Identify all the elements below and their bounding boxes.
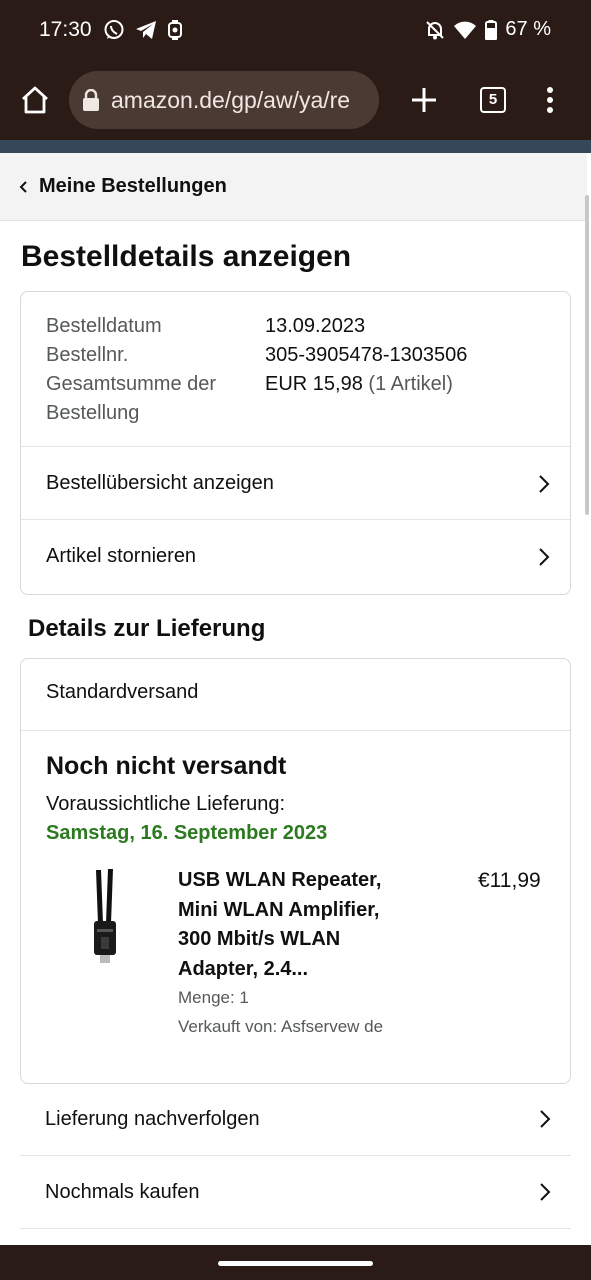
order-total-label: Gesamtsumme der Bestellung [46,373,217,424]
cancel-items-link[interactable]: Artikel stornieren [21,519,570,593]
breadcrumb[interactable]: Meine Bestellungen [0,153,587,221]
kebab-menu-icon[interactable] [545,86,555,114]
view-order-summary-link[interactable]: Bestellübersicht anzeigen [21,446,570,520]
battery-icon [485,19,498,40]
tab-count: 5 [488,91,498,108]
order-summary-card: Bestelldatum 13.09.2023 Bestellnr. 305-3… [20,291,571,595]
delivery-card: Standardversand Noch nicht versandt Vora… [20,658,571,1084]
product-quantity: Menge: 1 [178,988,249,1007]
wifi-icon [453,20,477,40]
order-info: Bestelldatum 13.09.2023 Bestellnr. 305-3… [46,312,546,428]
status-time: 17:30 [39,18,92,41]
page-title: Bestelldetails anzeigen [21,240,352,273]
order-number-row: Bestellnr. 305-3905478-1303506 [46,341,546,370]
divider [21,730,570,731]
app-notification-icon [167,20,183,40]
tabs-icon[interactable]: 5 [480,87,506,113]
product-seller: Verkauft von: Asfservew de [178,1017,384,1036]
track-package-label: Lieferung nachverfolgen [45,1107,260,1130]
chevron-right-icon [539,1182,551,1202]
telegram-icon [135,20,157,40]
order-date-row: Bestelldatum 13.09.2023 [46,312,546,341]
buy-again-link[interactable]: Nochmals kaufen [20,1156,571,1229]
order-date-label: Bestelldatum [46,315,162,337]
delivery-heading: Details zur Lieferung [28,615,266,642]
order-number-label: Bestellnr. [46,344,129,366]
gesture-handle[interactable] [218,1261,373,1266]
order-total-value: EUR 15,98 (1 Artikel) [265,370,453,428]
shipping-method: Standardversand [46,681,199,703]
delivery-estimate-label: Voraussichtliche Lieferung: [46,793,286,815]
chevron-right-icon [539,1109,551,1129]
battery-percentage: 67 % [505,18,551,40]
system-navigation-bar [0,1245,591,1280]
product-price: €11,99 [478,869,541,892]
status-bar: 17:30 67 % [0,0,591,60]
do-not-disturb-icon [425,20,445,40]
product-image[interactable] [81,867,141,967]
page-scrollbar[interactable] [585,195,589,515]
cancel-items-label: Artikel stornieren [46,545,197,567]
view-order-summary-label: Bestellübersicht anzeigen [46,472,274,494]
track-package-link[interactable]: Lieferung nachverfolgen [20,1083,571,1156]
delivery-estimate-date: Samstag, 16. September 2023 [46,822,328,844]
breadcrumb-label: Meine Bestellungen [39,175,227,197]
order-date-value: 13.09.2023 [265,315,366,337]
amazon-nav-strip [0,140,591,153]
order-item-count: (1 Artikel) [368,373,453,395]
buy-again-label: Nochmals kaufen [45,1180,200,1203]
plus-icon[interactable] [411,87,437,113]
lock-icon [82,89,100,111]
order-number-value: 305-3905478-1303506 [265,344,468,366]
url-bar[interactable]: amazon.de/gp/aw/ya/re [69,71,379,129]
chevron-right-icon [538,474,550,494]
whatsapp-icon [103,19,125,41]
product-title[interactable]: USB WLAN Repeater, Mini WLAN Amplifier, … [178,866,408,984]
order-total-row: Gesamtsumme der Bestellung EUR 15,98 (1 … [46,370,546,428]
browser-toolbar: amazon.de/gp/aw/ya/re 5 [0,60,591,140]
shipment-status: Noch nicht versandt [46,752,287,780]
url-text: amazon.de/gp/aw/ya/re [111,86,351,113]
chevron-right-icon [538,547,550,567]
order-total-amount: EUR 15,98 [265,373,363,395]
chevron-left-icon [19,180,29,194]
home-icon[interactable] [20,86,50,114]
